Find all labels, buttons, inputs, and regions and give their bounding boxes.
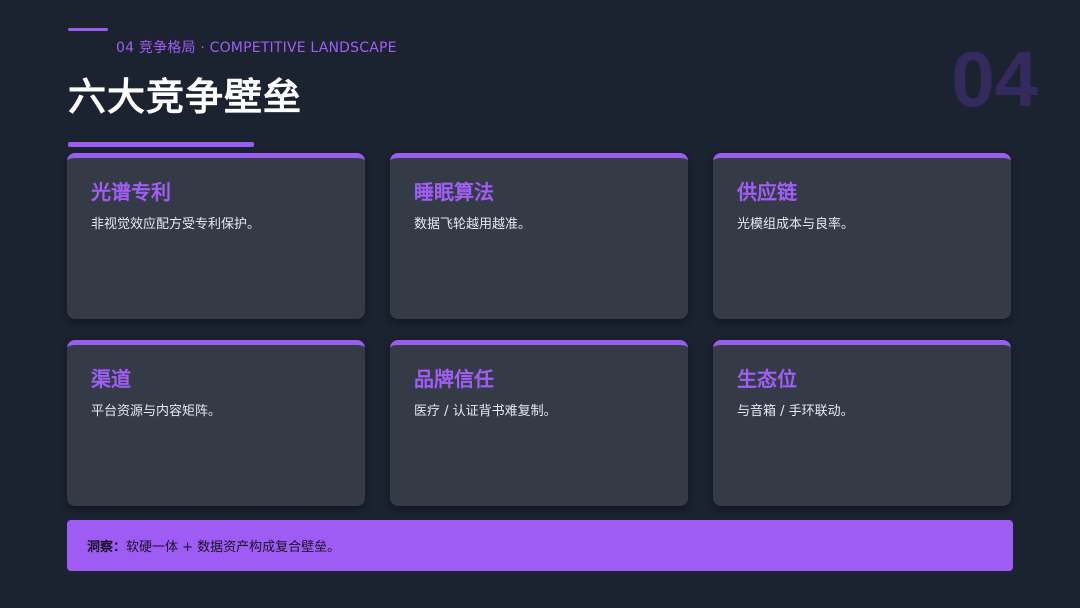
card-title: 渠道 [91,367,131,391]
insight-label: 洞察： [87,540,127,555]
barrier-card-ecosystem: 生态位 与音箱 / 手环联动。 [713,340,1011,506]
top-accent-bar [68,28,108,31]
card-title: 生态位 [737,367,797,391]
insight-banner: 洞察： 软硬一体 + 数据资产构成复合壁垒。 [67,520,1013,571]
barrier-card-supply-chain: 供应链 光模组成本与良率。 [713,153,1011,319]
barrier-card-algorithm: 睡眠算法 数据飞轮越用越准。 [390,153,688,319]
barrier-card-patent: 光谱专利 非视觉效应配方受专利保护。 [67,153,365,319]
card-description: 非视觉效应配方受专利保护。 [91,217,261,232]
card-title: 品牌信任 [414,367,494,391]
barrier-card-channel: 渠道 平台资源与内容矩阵。 [67,340,365,506]
card-description: 医疗 / 认证背书难复制。 [414,404,557,419]
card-description: 与音箱 / 手环联动。 [737,404,854,419]
section-number-watermark: 04 [951,35,1038,123]
page-title: 六大竞争壁垒 [68,75,303,119]
card-title: 光谱专利 [91,180,171,204]
card-description: 平台资源与内容矩阵。 [91,404,222,419]
barrier-card-brand-trust: 品牌信任 医疗 / 认证背书难复制。 [390,340,688,506]
card-title: 供应链 [737,180,797,204]
title-underline [68,142,254,147]
card-title: 睡眠算法 [414,180,494,204]
card-description: 光模组成本与良率。 [737,217,855,232]
card-description: 数据飞轮越用越准。 [414,217,532,232]
insight-text: 软硬一体 + 数据资产构成复合壁垒。 [126,540,341,555]
section-eyebrow: 04 竞争格局 · COMPETITIVE LANDSCAPE [116,40,397,56]
